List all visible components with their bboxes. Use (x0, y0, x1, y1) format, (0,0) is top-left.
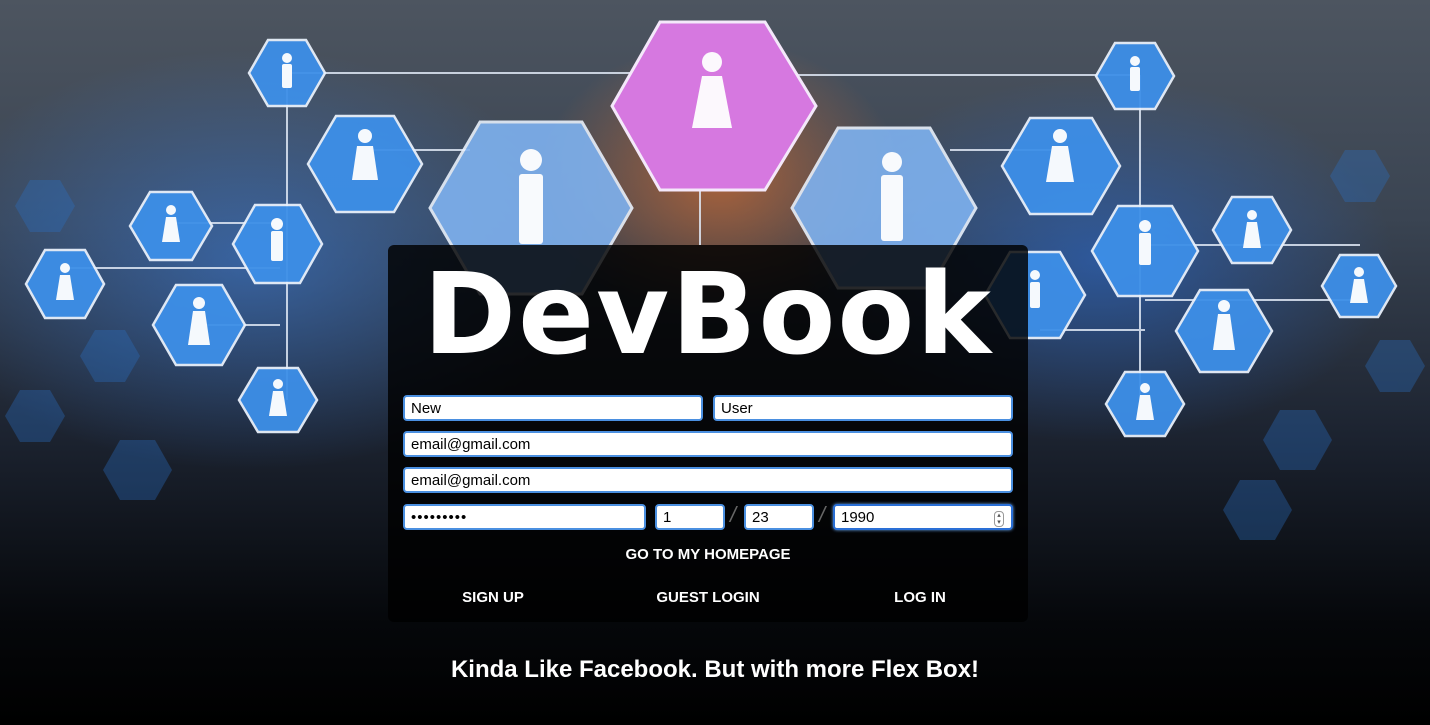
password-input[interactable] (403, 504, 646, 530)
sign-up-button[interactable]: SIGN UP (443, 589, 543, 606)
signup-card: DevBook / / ▴▾ GO TO MY HOMEPAGE SIGN UP… (388, 245, 1028, 622)
birth-year-input[interactable] (833, 504, 1013, 530)
date-separator: / (819, 502, 826, 527)
email-input[interactable] (403, 431, 1013, 457)
tagline: Kinda Like Facebook. But with more Flex … (450, 656, 980, 683)
first-name-input[interactable] (403, 395, 703, 421)
last-name-input[interactable] (713, 395, 1013, 421)
log-in-button[interactable]: LOG IN (870, 589, 970, 606)
guest-login-button[interactable]: GUEST LOGIN (643, 589, 773, 606)
devbook-logo: DevBook (423, 250, 993, 380)
email-confirm-input[interactable] (403, 467, 1013, 493)
date-separator: / (730, 502, 737, 527)
year-stepper-icon[interactable]: ▴ ▾ (994, 511, 1004, 527)
go-to-homepage-button[interactable]: GO TO MY HOMEPAGE (388, 546, 1028, 563)
birth-day-input[interactable] (744, 504, 814, 530)
birth-month-input[interactable] (655, 504, 725, 530)
